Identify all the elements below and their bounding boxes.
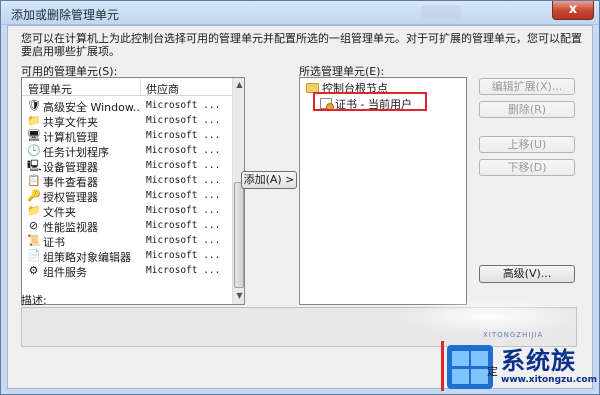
description-label: 描述: bbox=[21, 294, 47, 307]
authorization-icon: 🔑 bbox=[27, 189, 41, 202]
snapin-vendor: Microsoft ... bbox=[146, 220, 221, 231]
column-divider[interactable] bbox=[140, 78, 141, 96]
list-item[interactable]: 🛡 高级安全 Window... Microsoft ... bbox=[22, 98, 232, 114]
clock-icon: 🕒 bbox=[27, 144, 41, 157]
snapin-vendor: Microsoft ... bbox=[146, 265, 221, 276]
snapin-name: 组件服务 bbox=[43, 266, 87, 279]
column-header-name[interactable]: 管理单元 bbox=[28, 81, 72, 97]
list-header: 管理单元 供应商 bbox=[22, 78, 232, 96]
folder-icon: 📁 bbox=[27, 204, 41, 217]
list-item[interactable]: 🖳 设备管理器 Microsoft ... bbox=[22, 158, 232, 174]
list-item[interactable]: 📁 共享文件夹 Microsoft ... bbox=[22, 113, 232, 129]
list-item[interactable]: 🖥 计算机管理 Microsoft ... bbox=[22, 128, 232, 144]
snapin-vendor: Microsoft ... bbox=[146, 100, 221, 111]
device-manager-icon: 🖳 bbox=[27, 159, 42, 172]
add-remove-snapin-dialog: 添加或删除管理单元 x 您可以在计算机上为此控制台选择可用的管理单元并配置所选的… bbox=[0, 0, 600, 395]
intro-text: 您可以在计算机上为此控制台选择可用的管理单元并配置所选的一组管理单元。对于可扩展… bbox=[21, 32, 582, 58]
list-item[interactable]: 📋 事件查看器 Microsoft ... bbox=[22, 173, 232, 189]
group-policy-icon: 📄 bbox=[27, 249, 41, 262]
ok-button-partial-label: 定 bbox=[487, 365, 498, 378]
window-title: 添加或删除管理单元 bbox=[11, 8, 120, 22]
list-item[interactable]: ⊘ 性能监视器 Microsoft ... bbox=[22, 218, 232, 234]
scroll-up-arrow[interactable]: ▲ bbox=[233, 78, 244, 92]
computer-management-icon: 🖥 bbox=[27, 129, 41, 142]
red-highlight-box bbox=[313, 92, 427, 111]
edit-extensions-button[interactable]: 编辑扩展(X)... bbox=[479, 78, 575, 95]
shield-icon: 🛡 bbox=[27, 99, 41, 112]
performance-icon: ⊘ bbox=[28, 219, 39, 232]
snapin-vendor: Microsoft ... bbox=[146, 205, 221, 216]
list-item[interactable]: ⚙ 组件服务 Microsoft ... bbox=[22, 263, 232, 279]
available-snapins-list[interactable]: 管理单元 供应商 🛡 高级安全 Window... Microsoft ... 📁 共享… bbox=[21, 77, 245, 305]
advanced-button[interactable]: 高级(V)... bbox=[479, 265, 575, 283]
watermark-brand: 系统族 bbox=[501, 347, 576, 375]
snapin-vendor: Microsoft ... bbox=[146, 145, 221, 156]
snapin-vendor: Microsoft ... bbox=[146, 235, 221, 246]
move-up-button[interactable]: 上移(U) bbox=[479, 136, 575, 153]
snapin-vendor: Microsoft ... bbox=[146, 250, 221, 261]
selected-snapins-tree[interactable]: 控制台根节点 证书 - 当前用户 bbox=[299, 77, 467, 305]
scroll-down-arrow[interactable]: ▼ bbox=[233, 289, 244, 303]
remove-button[interactable]: 删除(R) bbox=[479, 101, 575, 118]
list-item[interactable]: 📁 文件夹 Microsoft ... bbox=[22, 203, 232, 219]
snapin-vendor: Microsoft ... bbox=[146, 115, 221, 126]
snapin-vendor: Microsoft ... bbox=[146, 175, 221, 186]
snapin-vendor: Microsoft ... bbox=[146, 160, 221, 171]
watermark-red-bar bbox=[441, 341, 444, 391]
folder-share-icon: 📁 bbox=[27, 114, 41, 127]
column-header-vendor[interactable]: 供应商 bbox=[146, 81, 179, 97]
list-item[interactable]: 🔑 授权管理器 Microsoft ... bbox=[22, 188, 232, 204]
move-down-button[interactable]: 下移(D) bbox=[479, 159, 575, 176]
snapin-vendor: Microsoft ... bbox=[146, 130, 221, 141]
certificate-icon: 📜 bbox=[27, 234, 41, 247]
list-scrollbar[interactable]: ▲ ▼ bbox=[232, 78, 244, 304]
component-services-icon: ⚙ bbox=[28, 264, 39, 277]
watermark-glow bbox=[401, 299, 581, 335]
scrollbar-thumb[interactable] bbox=[234, 182, 244, 288]
title-bar-blur bbox=[421, 5, 461, 19]
list-item[interactable]: 📄 组策略对象编辑器 Microsoft ... bbox=[22, 248, 232, 264]
list-item[interactable]: 🕒 任务计划程序 Microsoft ... bbox=[22, 143, 232, 159]
close-button[interactable]: x bbox=[552, 1, 594, 20]
list-item[interactable]: 📜 证书 Microsoft ... bbox=[22, 233, 232, 249]
add-button[interactable]: 添加(A) > bbox=[241, 171, 297, 189]
snapin-vendor: Microsoft ... bbox=[146, 190, 221, 201]
event-viewer-icon: 📋 bbox=[27, 174, 41, 187]
watermark-url: www.xitongzu.com bbox=[501, 375, 597, 385]
watermark-small-text: XITONGZHIJIA bbox=[483, 331, 544, 339]
title-bar: 添加或删除管理单元 x bbox=[1, 1, 599, 25]
